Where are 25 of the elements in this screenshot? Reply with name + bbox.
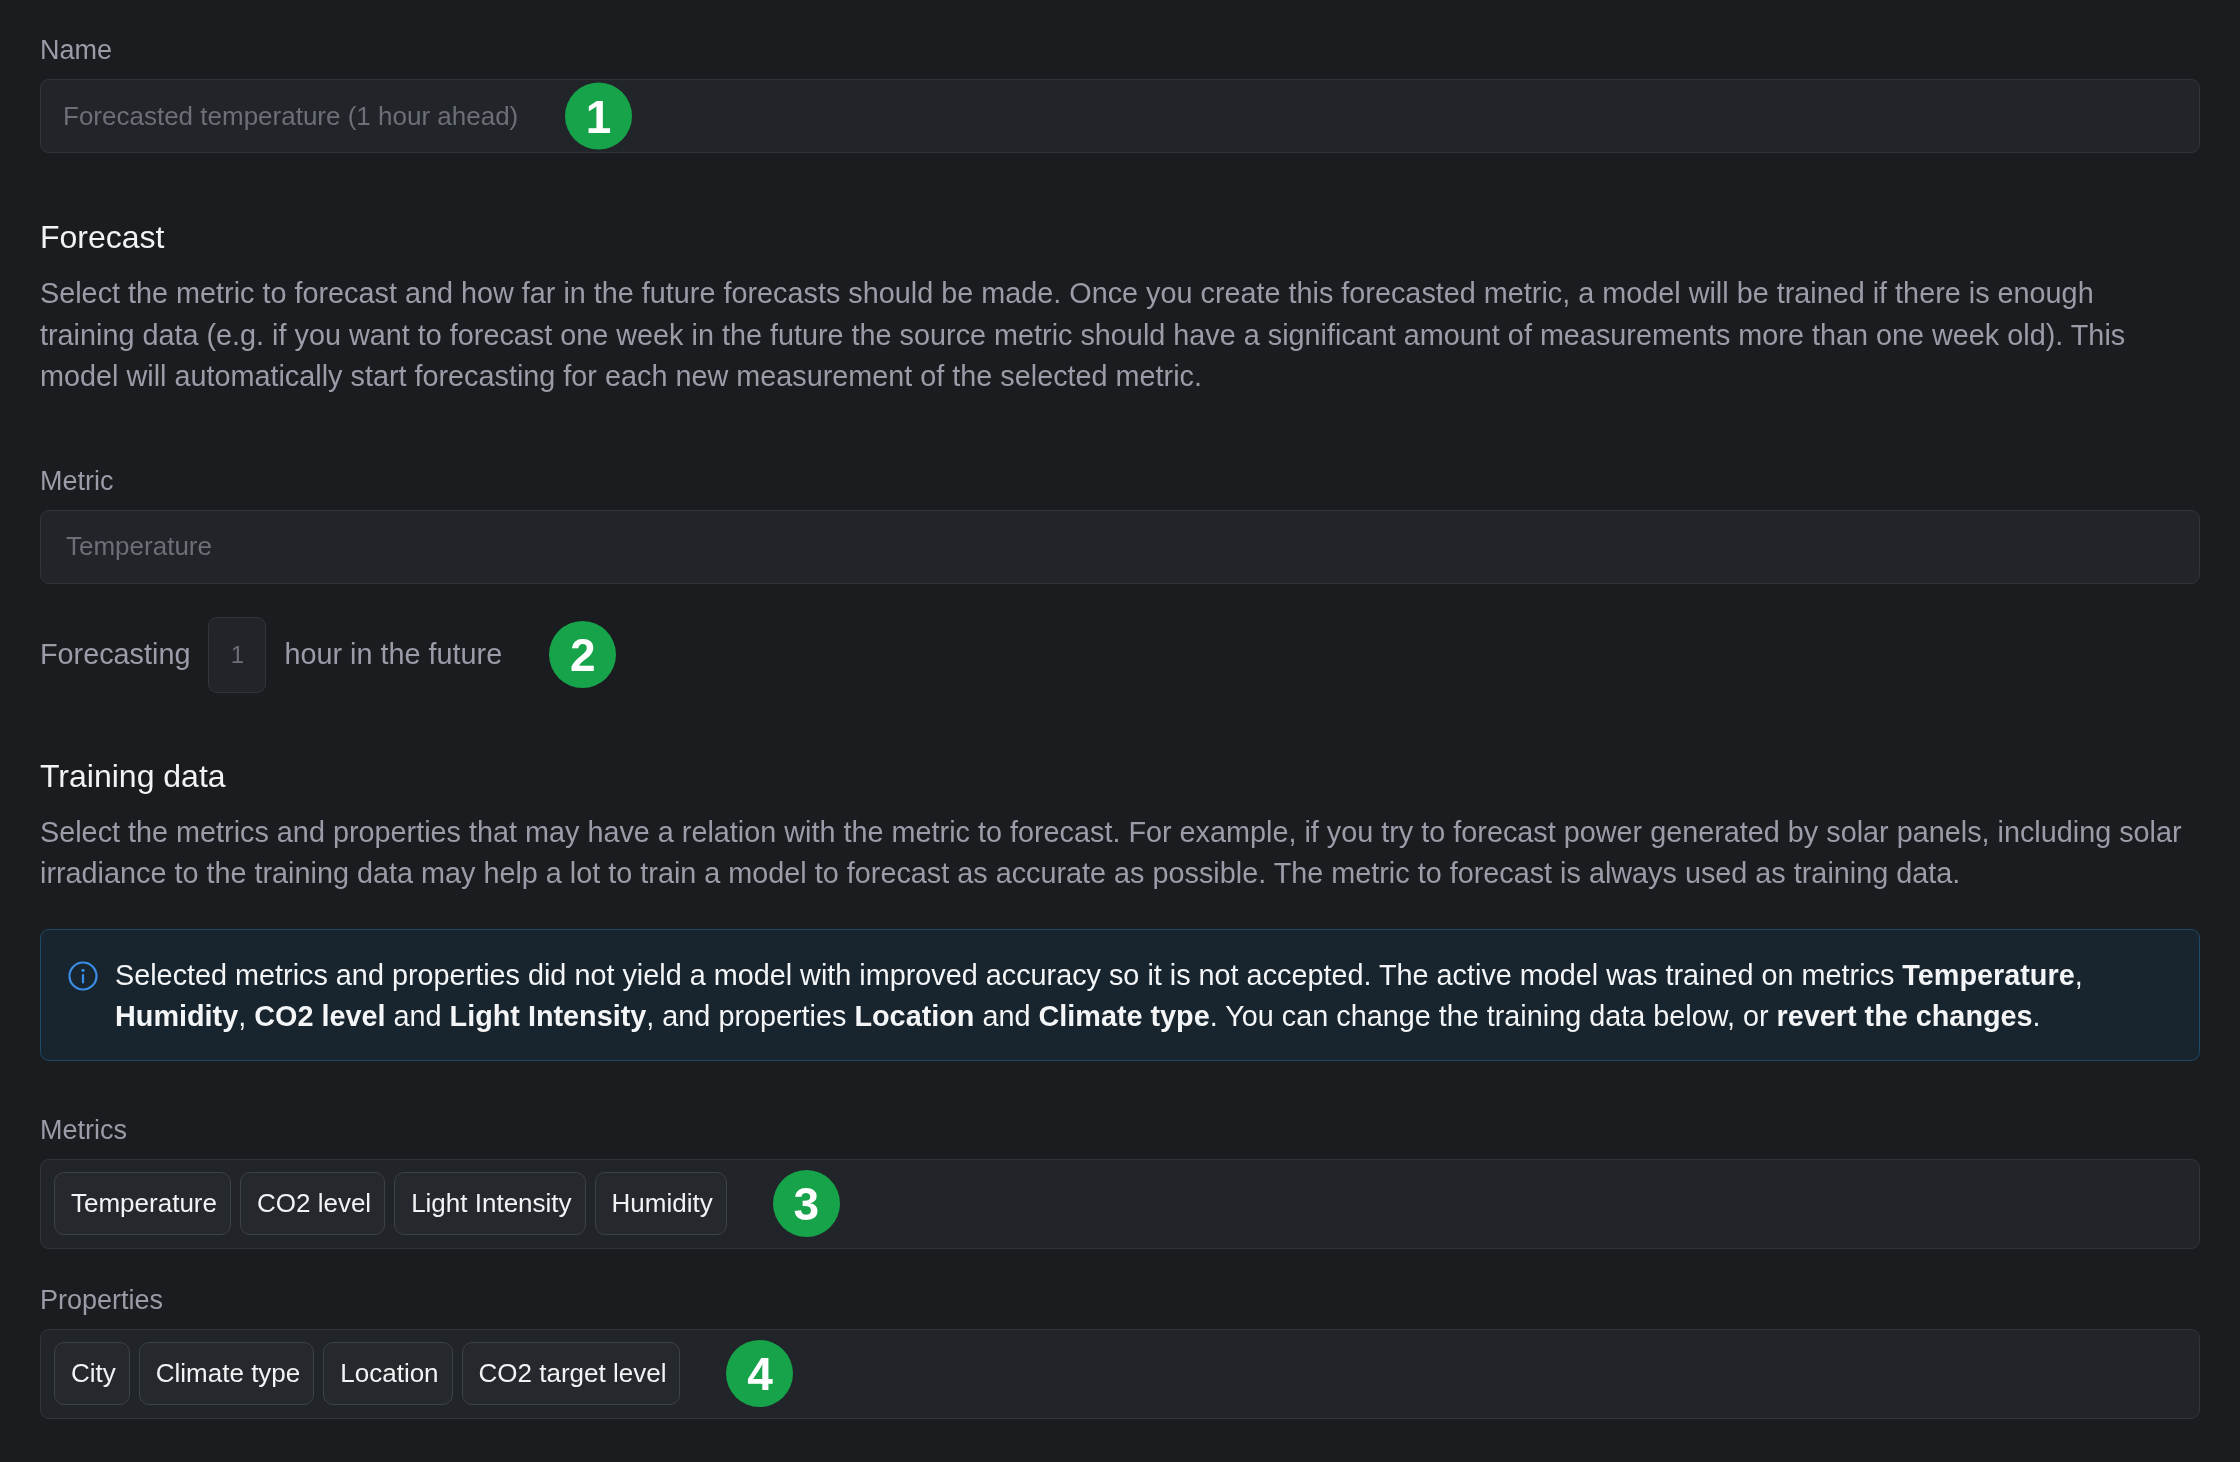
section-description: Select the metrics and properties that may have a relation with the metric to forecast. For example, if you try to forecast power generated by solar panels, including solar irradiance to the training data may help a lot to train a model to forecast as accurate as possible. The metric to forecast is always used as training data.	[40, 814, 2183, 891]
section-description: Select the metric to forecast and how far in the future forecasts should be made. Once you create this forecasted metric, a model will be trained if there is enough training data (e.g. if you want to forecast one week in the future the source metric should have a significant amount of measurements more than one week old). This model will automatically start forecasting for each new measurement of the selected metric.	[40, 276, 2127, 394]
property-tag[interactable]: Climate type	[138, 1342, 315, 1405]
field-label: Metric	[40, 464, 114, 498]
annotation-badge: 3	[772, 1170, 840, 1237]
metric-tag[interactable]: Temperature	[54, 1172, 231, 1235]
horizon-prefix: Forecasting	[40, 638, 191, 671]
field-label: Name	[40, 34, 113, 67]
metric-tag[interactable]: Light Intensity	[394, 1172, 586, 1235]
annotation-badge: 2	[549, 621, 617, 688]
property-tag[interactable]: City	[54, 1342, 130, 1405]
field-label: Properties	[40, 1283, 164, 1317]
info-icon	[68, 960, 98, 991]
annotation-badge: 4	[726, 1340, 794, 1407]
properties-tag-field[interactable]: City Climate type Location CO2 target level 4	[40, 1328, 2200, 1419]
property-tag[interactable]: CO2 target level	[461, 1342, 681, 1405]
section-heading: Forecast	[40, 218, 165, 257]
horizon-suffix: hour in the future	[284, 638, 503, 671]
metric-tag[interactable]: Humidity	[594, 1172, 727, 1235]
property-tag[interactable]: Location	[323, 1342, 453, 1405]
metric-tag[interactable]: CO2 level	[239, 1172, 386, 1235]
section-heading: Training data	[40, 756, 226, 796]
metrics-tag-field[interactable]: Temperature CO2 level Light Intensity Humidity 3	[40, 1158, 2200, 1249]
field-label: Metrics	[40, 1113, 127, 1147]
notice-text: Selected metrics and properties did not yield a model with improved accuracy so it is not accepted. The active model was trained on metrics Temperature, Humidity, CO2 level and Light Intensity, and properties Location and Climate type. You can change the training data below, or revert the changes.	[115, 957, 2084, 1034]
